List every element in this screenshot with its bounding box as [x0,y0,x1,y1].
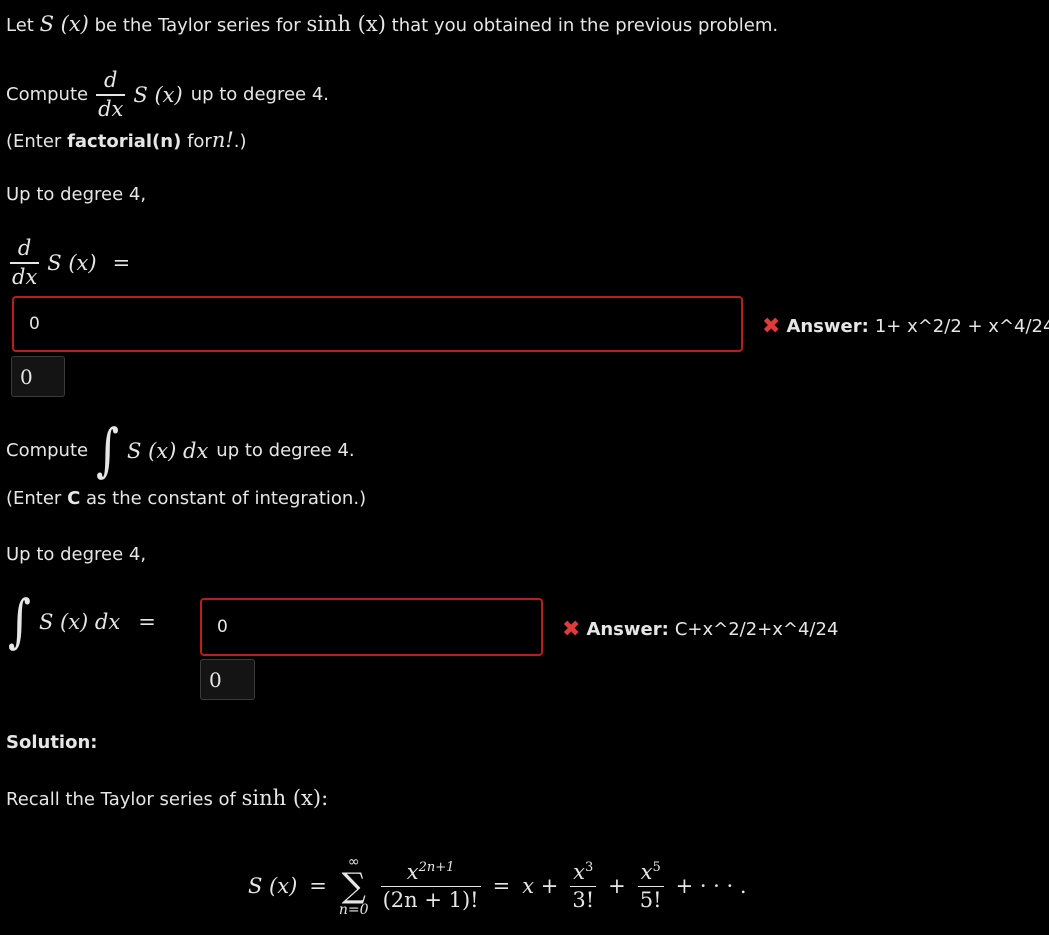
solution-heading: Solution: [6,732,98,753]
derivative-answer-input[interactable]: 0 [12,296,743,352]
part2-feedback: ✖ Answer: C+x^2/2+x^4/24 [562,617,839,642]
derivative-answer-preview: 0 [11,356,65,397]
hint-n-factorial: n! [211,128,234,152]
derivative-operator: d dx [96,68,126,121]
part2-correct-answer: C+x^2/2+x^4/24 [674,619,839,640]
part1-correct-answer: 1+ x^2/2 + x^4/24 [874,316,1049,337]
intro-line: Let S (x) be the Taylor series for sinh … [6,12,778,36]
part1-sx: S (x) [133,82,183,107]
taylor-series-formula: S (x) = ∞ ∑ n=0 x2n+1 (2n + 1)! = x + x3… [248,854,747,918]
part1-feedback: ✖ Answer: 1+ x^2/2 + x^4/24 [762,314,1049,339]
incorrect-icon-2: ✖ [562,617,581,642]
integral-answer-input[interactable]: 0 [200,598,543,656]
solution-recall: Recall the Taylor series of sinh (x): [6,786,329,810]
part1-upto-line: Up to degree 4, [6,184,147,205]
hint-constant-c: C [67,488,81,509]
part2-hint: (Enter C as the constant of integration.… [6,488,367,509]
part1-prompt: Compute d dx S (x) up to degree 4. [6,70,329,120]
integral-answer-preview: 0 [200,659,255,700]
intro-mid: be the Taylor series for [94,15,301,36]
intro-tail: that you obtained in the previous proble… [391,15,779,36]
hint-factorial: factorial(n) [67,131,182,152]
part1-upto: up to degree 4. [190,84,330,106]
general-term: x2n+1 (2n + 1)! [380,859,481,913]
summation: ∞ ∑ n=0 [338,854,369,918]
part1-equation-lhs: d dx S (x) = [10,236,131,289]
sigma-icon: ∑ [341,866,366,906]
intro-sinh: sinh (x) [306,12,386,36]
part2-prompt: Compute ∫ S (x) dx up to degree 4. [6,417,355,484]
part1-compute: Compute [6,84,89,106]
part2-equation-lhs: ∫ S (x) dx = [8,588,156,655]
derivative-operator-2: d dx [10,236,40,289]
intro-sx: S (x) [39,12,89,36]
integral-sign-icon: ∫ [96,417,120,484]
intro-lead: Let [6,15,34,36]
term-x3: x3 3! [570,859,597,913]
incorrect-icon: ✖ [762,314,781,339]
part2-upto-line: Up to degree 4, [6,544,147,565]
part1-hint: (Enter factorial(n) forn!.) [6,128,247,152]
integral-sign-icon-2: ∫ [8,588,31,655]
term-x5: x5 5! [637,859,664,913]
